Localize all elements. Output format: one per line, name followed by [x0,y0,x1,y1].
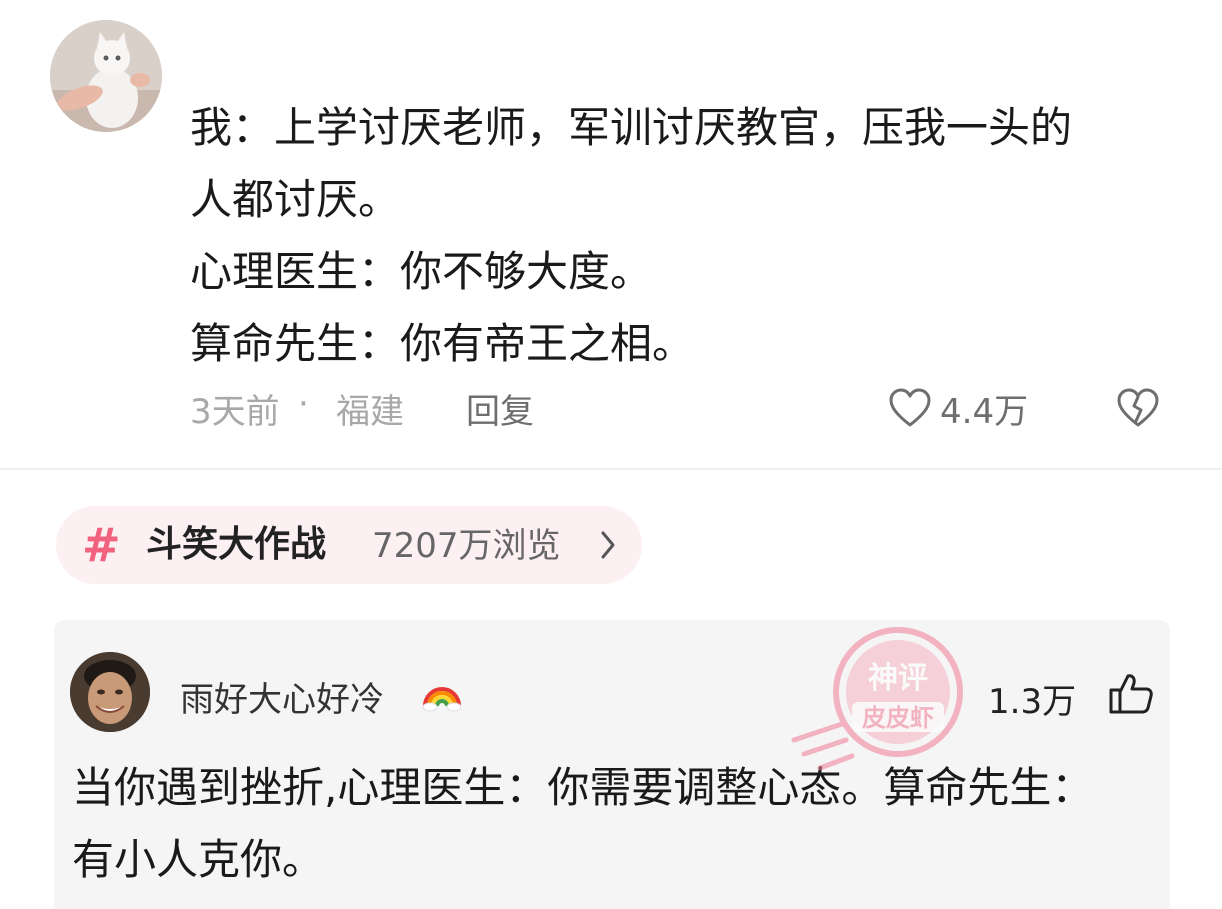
meta-separator: · [298,384,309,424]
comment-location: 福建 [336,392,404,432]
heart-outline-icon [889,388,931,427]
commenter-avatar[interactable] [50,20,162,132]
comment-time: 3天前 [190,392,280,432]
page: 我：上学讨厌老师，军训讨厌教官，压我一头的 人都讨厌。 心理医生：你不够大度。 … [0,0,1222,909]
reply-line: 有小人克你。 [72,835,325,884]
rainbow-emoji-icon [422,676,462,716]
comment-line: 心理医生：你不够大度。 [190,247,653,296]
comment-meta: 3天前 · 福建 回复 4.4万 [190,378,1180,434]
reply-username[interactable]: 雨好大心好冷 [180,672,384,721]
comment-card: 我：上学讨厌老师，军训讨厌教官，压我一头的 人都讨厌。 心理医生：你不够大度。 … [0,0,1222,470]
reply-body: 当你遇到挫折,心理医生：你需要调整心态。算命先生： 有小人克你。 [72,752,1168,896]
reply-button[interactable]: 回复 [466,384,534,433]
reply-line: 当你遇到挫折,心理医生：你需要调整心态。算命先生： [72,763,1094,812]
man-avatar-icon [70,652,150,732]
topic-name: 斗笑大作战 [146,524,327,565]
reply-like-count: 1.3万 [988,682,1077,722]
topic-views: 7207万浏览 [372,526,561,566]
like-count: 4.4万 [940,392,1029,432]
reply-avatar[interactable] [70,652,150,732]
comment-body: 我：上学讨厌老师，军训讨厌教官，压我一头的 人都讨厌。 心理医生：你不够大度。 … [190,92,1180,380]
comment-line: 人都讨厌。 [190,175,401,224]
comment-line: 我：上学讨厌老师，军训讨厌教官，压我一头的 [190,103,1073,152]
hashtag-icon: # [82,518,121,572]
broken-heart-icon[interactable] [1116,388,1160,437]
hot-reply-card: 雨好大心好冷 1.3万 当你遇到挫折,心理医生：你需要调整心态。算命先生： 有小… [54,620,1170,909]
cat-avatar-icon [50,20,162,132]
thumbs-up-icon [1109,674,1153,714]
comment-line: 算命先生：你有帝王之相。 [190,319,695,368]
chevron-right-icon [598,528,618,566]
topic-chip[interactable]: # 斗笑大作战 7207万浏览 [56,506,642,584]
